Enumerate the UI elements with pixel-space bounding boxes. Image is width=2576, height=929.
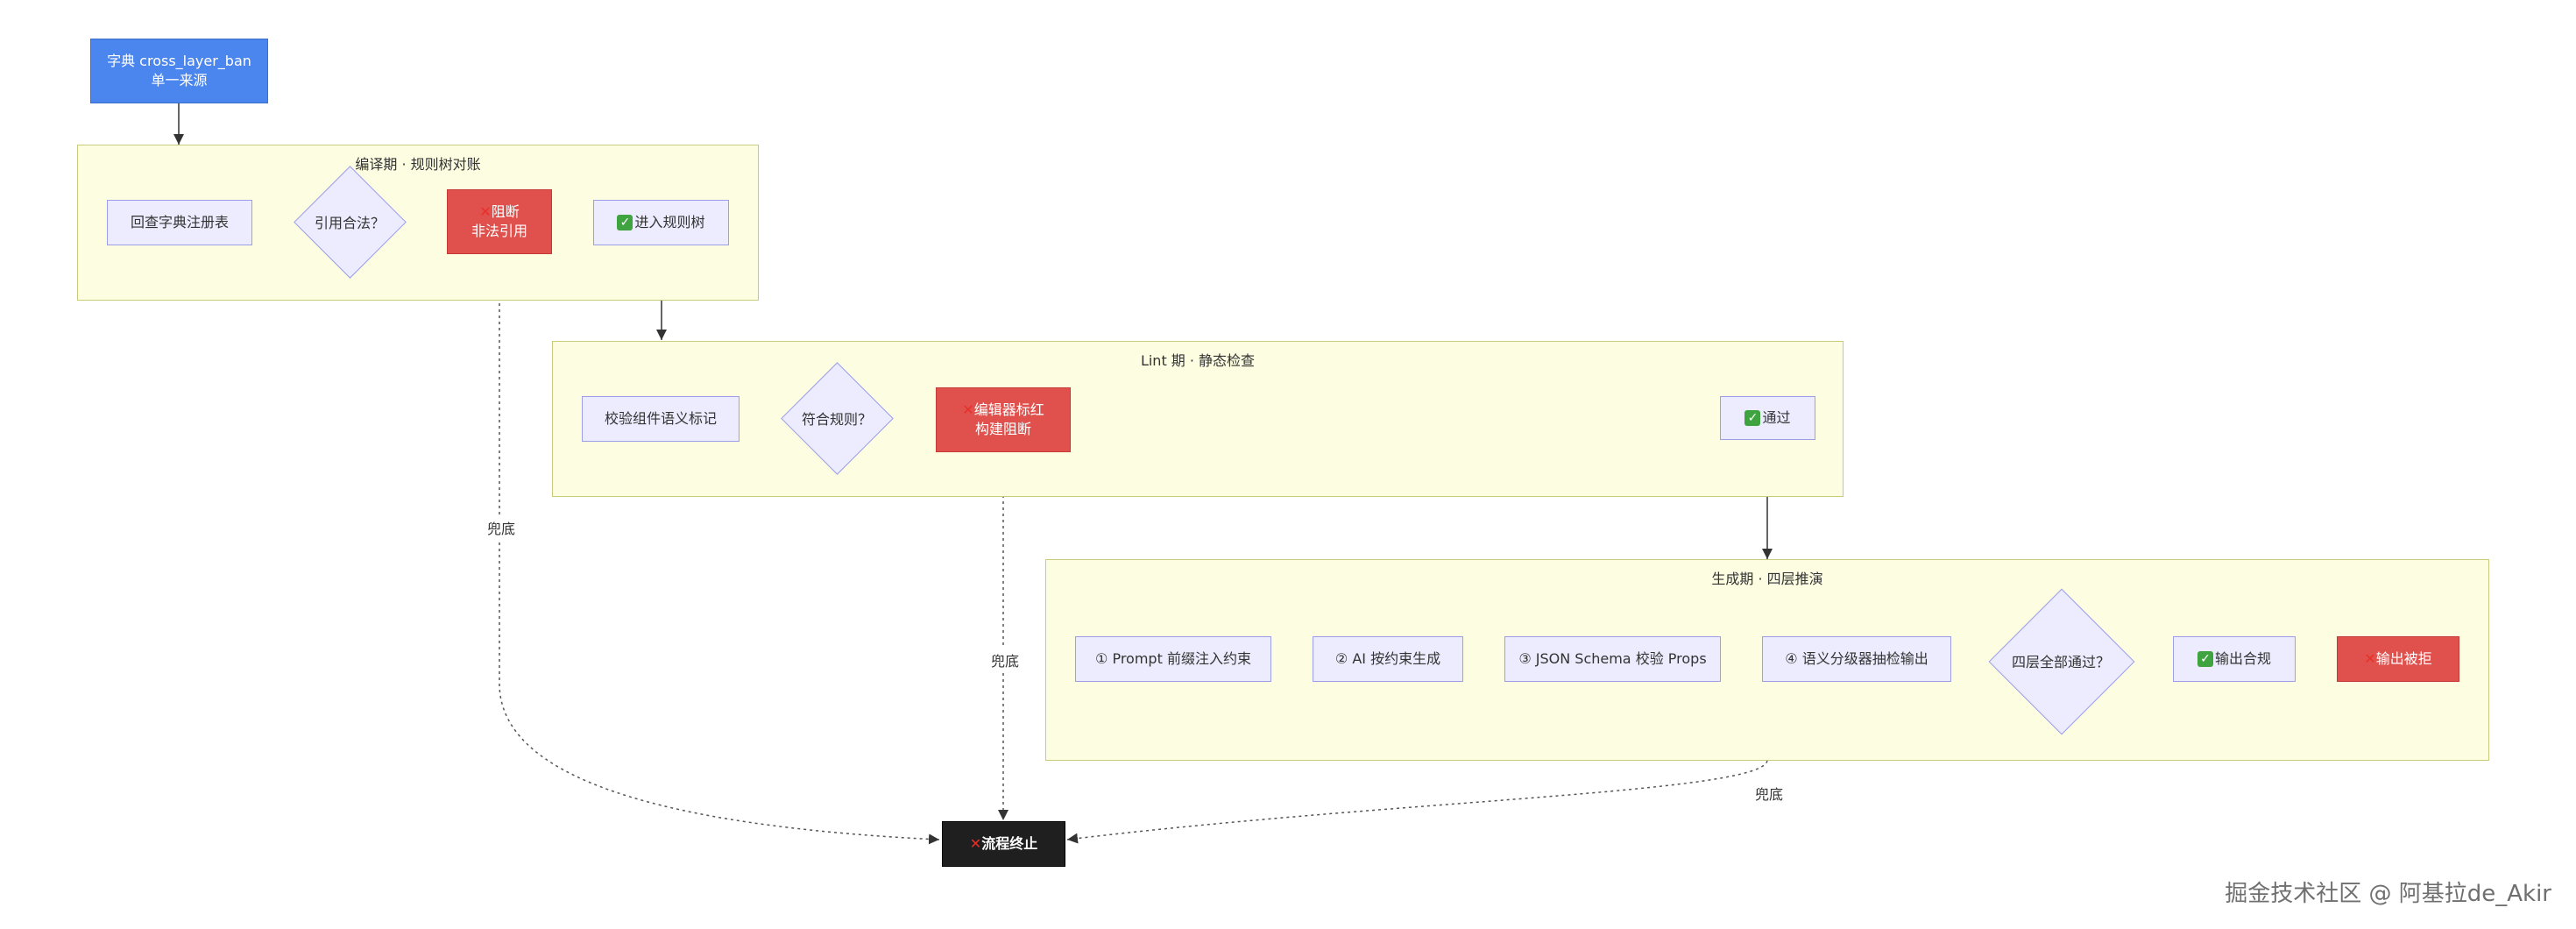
node-step2-label: ② AI 按约束生成	[1334, 650, 1441, 667]
block-line2: 非法引用	[471, 223, 527, 239]
cluster-generate-title: 生成期 · 四层推演	[1711, 571, 1823, 587]
node-output-compliant[interactable]: ✓ 输出合规	[2173, 636, 2296, 682]
edge-label-generate-fallback: 兜底	[1752, 782, 1787, 805]
check-mark-icon: ✓	[2197, 651, 2213, 667]
node-step3-label: ③ JSON Schema 校验 Props	[1518, 650, 1707, 667]
lint-block-line1: ✕编辑器标红	[962, 401, 1044, 420]
decision-all-layers-pass-label: 四层全部通过？	[2011, 654, 2110, 670]
decision-reference-valid-label: 引用合法？	[314, 215, 385, 231]
node-block-illegal-reference[interactable]: ✕阻断 非法引用	[447, 189, 552, 254]
block-line1: ✕阻断	[479, 202, 519, 222]
decision-reference-valid[interactable]: 引用合法？	[294, 166, 407, 279]
node-lookup-registry[interactable]: 回查字典注册表	[107, 200, 252, 245]
edge-label-lint-fallback: 兜底	[988, 649, 1023, 671]
node-lookup-registry-label: 回查字典注册表	[130, 214, 229, 230]
node-step4-label: ④ 语义分级器抽检输出	[1785, 650, 1928, 667]
node-lint-pass-label: 通过	[1762, 409, 1791, 426]
cross-mark-icon: ✕	[962, 401, 974, 418]
block-line1-text: 阻断	[491, 203, 520, 220]
start-node-line1: 字典 cross_layer_ban	[107, 53, 251, 69]
cluster-lint: Lint 期 · 静态检查	[552, 341, 1844, 497]
node-check-semantic-tags-label: 校验组件语义标记	[604, 410, 717, 427]
cross-mark-icon: ✕	[969, 835, 982, 852]
check-mark-icon: ✓	[1744, 410, 1761, 426]
node-enter-rule-tree[interactable]: ✓ 进入规则树	[593, 200, 729, 245]
node-step-schema-validate[interactable]: ③ JSON Schema 校验 Props	[1504, 636, 1721, 682]
node-output-compliant-label: 输出合规	[2214, 650, 2271, 667]
edge-generate-fallback	[1066, 760, 1768, 844]
check-mark-icon: ✓	[617, 215, 633, 230]
node-step-ai-generate[interactable]: ② AI 按约束生成	[1313, 636, 1463, 682]
node-step-semantic-sampler[interactable]: ④ 语义分级器抽检输出	[1762, 636, 1951, 682]
node-output-rejected[interactable]: ✕ 输出被拒	[2337, 636, 2459, 682]
cross-mark-icon: ✕	[2364, 650, 2376, 667]
cluster-lint-title: Lint 期 · 静态检查	[1140, 352, 1256, 369]
decision-all-layers-pass[interactable]: 四层全部通过？	[1988, 588, 2135, 735]
decision-rules-compliant-label: 符合规则？	[801, 411, 872, 428]
cross-mark-icon: ✕	[479, 203, 492, 220]
start-node-dictionary[interactable]: 字典 cross_layer_ban 单一来源	[90, 39, 268, 103]
watermark-text: 掘金技术社区 @ 阿基拉de_Akir	[2225, 881, 2551, 907]
decision-rules-compliant[interactable]: 符合规则？	[781, 362, 894, 475]
node-enter-rule-tree-label: 进入规则树	[634, 214, 705, 230]
lint-block-line1-text: 编辑器标红	[973, 401, 1044, 418]
node-process-terminated[interactable]: ✕ 流程终止	[942, 821, 1065, 867]
lint-block-line2: 构建阻断	[974, 421, 1031, 437]
node-output-rejected-label: 输出被拒	[2375, 650, 2432, 667]
node-process-terminated-label: 流程终止	[981, 835, 1038, 852]
node-step1-label: ① Prompt 前缀注入约束	[1095, 650, 1251, 667]
cluster-compile-title: 编译期 · 规则树对账	[355, 156, 481, 173]
node-lint-pass[interactable]: ✓ 通过	[1720, 396, 1815, 440]
start-node-line2: 单一来源	[151, 72, 208, 89]
node-step-prompt-inject[interactable]: ① Prompt 前缀注入约束	[1075, 636, 1271, 682]
edge-label-compile-fallback: 兜底	[485, 516, 519, 539]
node-check-semantic-tags[interactable]: 校验组件语义标记	[582, 396, 740, 442]
node-editor-red-build-block[interactable]: ✕编辑器标红 构建阻断	[936, 387, 1071, 452]
